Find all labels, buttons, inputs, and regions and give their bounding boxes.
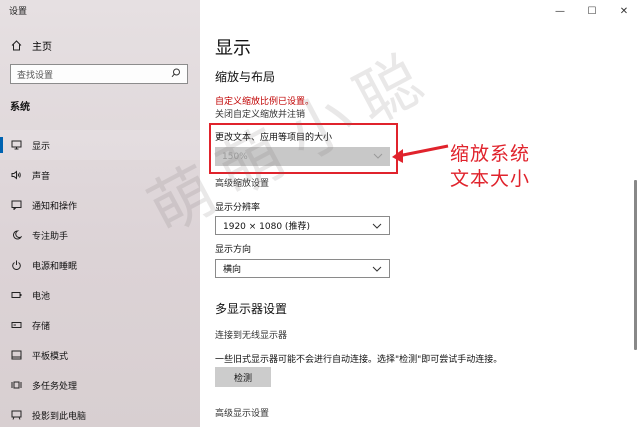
speaker-icon	[10, 170, 22, 180]
sidebar-item-label: 平板模式	[32, 351, 69, 362]
search-icon	[171, 68, 181, 81]
resolution-label: 显示分辨率	[215, 203, 261, 213]
sidebar-item-display[interactable]: 显示	[0, 130, 200, 160]
sidebar-item-label: 电池	[32, 291, 51, 302]
sidebar-item-tablet-mode[interactable]: 平板模式	[0, 340, 200, 370]
section-label: 系统	[10, 102, 30, 113]
highlight-box	[209, 123, 398, 174]
orientation-label: 显示方向	[215, 245, 252, 255]
battery-icon	[10, 290, 22, 300]
orientation-value: 横向	[223, 265, 242, 275]
sidebar-item-project[interactable]: 投影到此电脑	[0, 400, 200, 430]
minimize-button[interactable]: —	[544, 0, 576, 22]
sidebar-item-storage[interactable]: 存储	[0, 310, 200, 340]
wireless-display-link[interactable]: 连接到无线显示器	[215, 328, 287, 341]
search-input[interactable]: 查找设置	[10, 64, 188, 84]
sidebar-item-power-sleep[interactable]: 电源和睡眠	[0, 250, 200, 280]
custom-scale-off-link[interactable]: 关闭自定义缩放并注销	[215, 107, 305, 120]
sidebar-item-notifications[interactable]: 通知和操作	[0, 190, 200, 220]
page-title: 显示	[215, 38, 251, 59]
main-content: 显示 缩放与布局 自定义缩放比例已设置。 关闭自定义缩放并注销 更改文本、应用等…	[200, 0, 640, 427]
tablet-icon	[10, 350, 22, 360]
chevron-down-icon	[372, 264, 382, 277]
sidebar-item-label: 声音	[32, 171, 51, 182]
resolution-dropdown[interactable]: 1920 × 1080 (推荐)	[215, 216, 390, 235]
sidebar-nav: 显示 声音 通知和操作 专注助手 电源和睡眠 电池 存储 平板模式 多任务处理 …	[0, 130, 200, 430]
annotation-text: 缩放系统 文本大小	[450, 142, 530, 192]
scrollbar[interactable]	[634, 180, 637, 350]
multitask-icon	[10, 380, 22, 390]
sidebar-item-multitasking[interactable]: 多任务处理	[0, 370, 200, 400]
sidebar-item-label: 电源和睡眠	[32, 261, 78, 272]
annotation-arrow	[392, 144, 449, 163]
custom-scale-link[interactable]: 自定义缩放比例已设置。	[215, 94, 314, 107]
notification-icon	[10, 200, 22, 210]
orientation-dropdown[interactable]: 横向	[215, 259, 390, 278]
power-icon	[10, 260, 22, 270]
sidebar-item-label: 通知和操作	[32, 201, 78, 212]
annotation-line-2: 文本大小	[450, 168, 531, 190]
search-placeholder: 查找设置	[17, 70, 54, 81]
sidebar-item-battery[interactable]: 电池	[0, 280, 200, 310]
sidebar-item-label: 显示	[32, 141, 51, 152]
annotation-line-1: 缩放系统	[450, 143, 531, 165]
moon-icon	[10, 230, 22, 240]
monitor-icon	[10, 140, 22, 150]
window-controls: — ☐ ✕	[544, 0, 640, 22]
home-nav[interactable]: 主页	[10, 38, 52, 53]
maximize-button[interactable]: ☐	[576, 0, 608, 22]
detect-button[interactable]: 检测	[215, 367, 271, 387]
sidebar: 设置 主页 查找设置 系统 显示 声音 通知和操作 专注助手 电源和睡眠 电池 …	[0, 0, 200, 427]
advanced-scaling-link[interactable]: 高级缩放设置	[215, 176, 269, 189]
chevron-down-icon	[372, 221, 382, 234]
scale-layout-heading: 缩放与布局	[215, 70, 276, 84]
sidebar-item-label: 专注助手	[32, 231, 69, 242]
sidebar-item-focus-assist[interactable]: 专注助手	[0, 220, 200, 250]
home-label: 主页	[32, 42, 52, 53]
home-icon	[10, 40, 22, 51]
sidebar-item-label: 存储	[32, 321, 51, 332]
multi-display-heading: 多显示器设置	[215, 302, 288, 316]
detect-description: 一些旧式显示器可能不会进行自动连接。选择"检测"即可尝试手动连接。	[215, 355, 503, 365]
sidebar-item-label: 投影到此电脑	[32, 411, 87, 422]
project-icon	[10, 410, 22, 420]
sidebar-item-label: 多任务处理	[32, 381, 78, 392]
advanced-display-link[interactable]: 高级显示设置	[215, 406, 269, 419]
window-title: 设置	[9, 7, 28, 17]
storage-icon	[10, 320, 22, 330]
resolution-value: 1920 × 1080 (推荐)	[223, 222, 310, 232]
close-button[interactable]: ✕	[608, 0, 640, 22]
sidebar-item-sound[interactable]: 声音	[0, 160, 200, 190]
